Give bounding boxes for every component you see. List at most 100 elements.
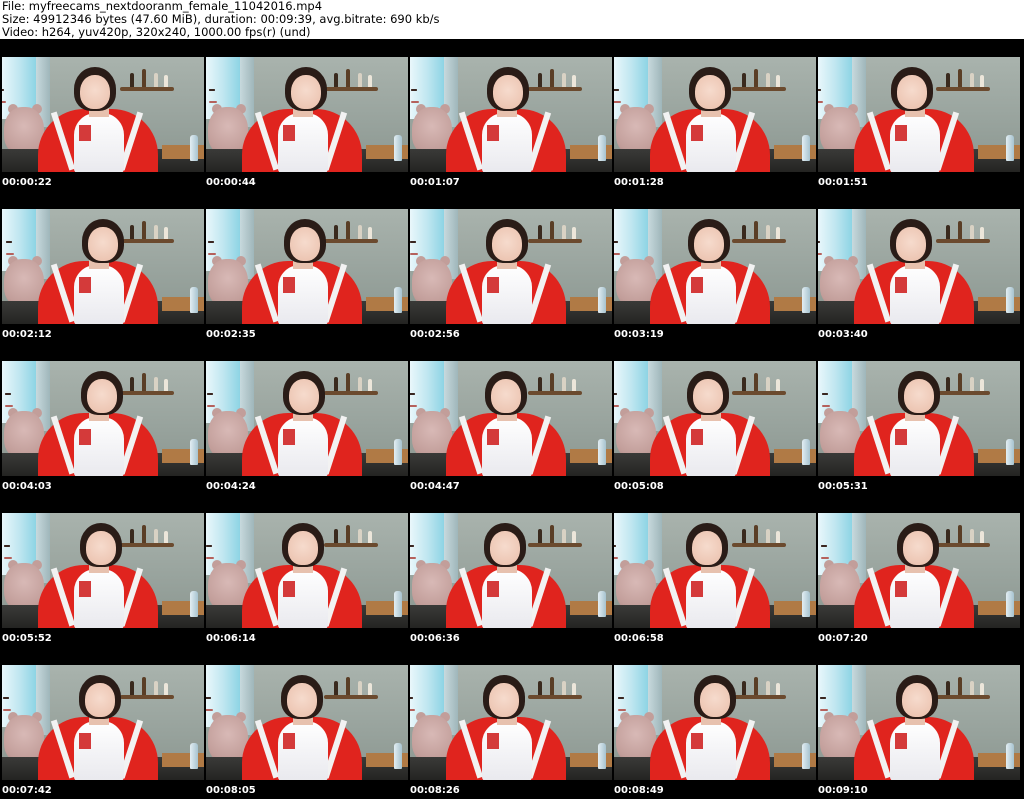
shelf-decor: [550, 221, 554, 239]
shelf-decor: [572, 75, 576, 87]
face: [903, 531, 933, 565]
white-top: [482, 721, 532, 780]
shelf-decor: [946, 529, 950, 543]
video-frame: [410, 209, 612, 324]
thumbnail-cell: 00:05:08: [612, 343, 816, 495]
shelf: [936, 239, 990, 243]
shelf-decor: [130, 529, 134, 543]
shelf-decor: [766, 225, 770, 239]
white-top: [74, 721, 124, 780]
shelf: [528, 543, 582, 547]
jacket-logo: [487, 581, 499, 597]
shelf: [936, 87, 990, 91]
eye: [3, 697, 9, 699]
thumbnail-cell: 00:05:52: [0, 495, 204, 647]
shelf-decor: [742, 73, 746, 87]
mouth: [410, 557, 416, 559]
shelf-decor: [776, 227, 780, 239]
jacket-logo: [691, 581, 703, 597]
thumbnail-timestamp: 00:08:26: [410, 785, 460, 796]
shelf: [732, 695, 786, 699]
thumbnail-timestamp: 00:02:56: [410, 329, 460, 340]
shelf-decor: [130, 681, 134, 695]
shelf-decor: [142, 221, 146, 239]
shelf: [324, 391, 378, 395]
eye: [206, 697, 211, 699]
video-frame: [614, 57, 816, 172]
thumbnail-cell: 00:08:05: [204, 647, 408, 799]
bottle: [802, 591, 810, 617]
video-frame: [206, 665, 408, 780]
bottle: [598, 439, 606, 465]
shelf-decor: [754, 69, 758, 87]
video-frame: [614, 665, 816, 780]
video-frame: [206, 209, 408, 324]
thumbnail-cell: 00:02:56: [408, 191, 612, 343]
thumbnail-timestamp: 00:06:36: [410, 633, 460, 644]
eye: [410, 697, 413, 699]
thumbnail-timestamp: 00:06:58: [614, 633, 664, 644]
video-frame: [614, 209, 816, 324]
shelf-decor: [550, 677, 554, 695]
thumbnail-cell: 00:01:07: [408, 39, 612, 191]
file-size-line: Size: 49912346 bytes (47.60 MiB), durati…: [2, 13, 440, 26]
video-frame: [818, 57, 1020, 172]
eye: [614, 393, 617, 395]
mouth: [5, 405, 13, 407]
shelf-decor: [334, 681, 338, 695]
shelf: [120, 239, 174, 243]
mouth: [614, 253, 620, 255]
shelf-decor: [980, 531, 984, 543]
white-top: [74, 265, 124, 324]
eye: [2, 89, 4, 91]
face: [287, 683, 317, 717]
shelf: [324, 239, 378, 243]
bottle: [394, 591, 402, 617]
jacket-logo: [487, 125, 499, 141]
thumbnail-cell: 00:06:58: [612, 495, 816, 647]
shelf-decor: [572, 227, 576, 239]
shelf: [732, 239, 786, 243]
bottle: [598, 591, 606, 617]
shelf-decor: [368, 227, 372, 239]
mouth: [820, 709, 828, 711]
shelf-decor: [550, 373, 554, 391]
jacket-logo: [895, 429, 907, 445]
jacket-logo: [487, 733, 499, 749]
shelf-decor: [358, 73, 362, 87]
shelf-decor: [946, 681, 950, 695]
mouth: [818, 253, 822, 255]
video-frame: [818, 665, 1020, 780]
thumbnail-cell: 00:04:47: [408, 343, 612, 495]
face: [86, 531, 116, 565]
thumbnail-cell: 00:02:35: [204, 191, 408, 343]
shelf-decor: [562, 225, 566, 239]
face: [493, 75, 523, 109]
shelf-decor: [970, 225, 974, 239]
shelf-decor: [368, 683, 372, 695]
eye: [4, 545, 10, 547]
bottle: [1006, 439, 1014, 465]
white-top: [890, 113, 940, 172]
video-frame: [818, 361, 1020, 476]
shelf-decor: [538, 377, 542, 391]
shelf-decor: [334, 73, 338, 87]
bottle: [802, 287, 810, 313]
face: [489, 683, 519, 717]
shelf-decor: [538, 225, 542, 239]
shelf-decor: [550, 69, 554, 87]
video-frame: [818, 513, 1020, 628]
mouth: [2, 101, 6, 103]
shelf-decor: [358, 681, 362, 695]
eye: [614, 545, 616, 547]
shelf-decor: [754, 677, 758, 695]
shelf: [324, 695, 378, 699]
thumbnail-cell: 00:03:19: [612, 191, 816, 343]
shelf-decor: [154, 377, 158, 391]
mouth: [209, 101, 217, 103]
thumbnail-cell: 00:02:12: [0, 191, 204, 343]
mouth: [618, 709, 626, 711]
shelf-decor: [766, 377, 770, 391]
shelf-decor: [368, 531, 372, 543]
bottle: [1006, 743, 1014, 769]
